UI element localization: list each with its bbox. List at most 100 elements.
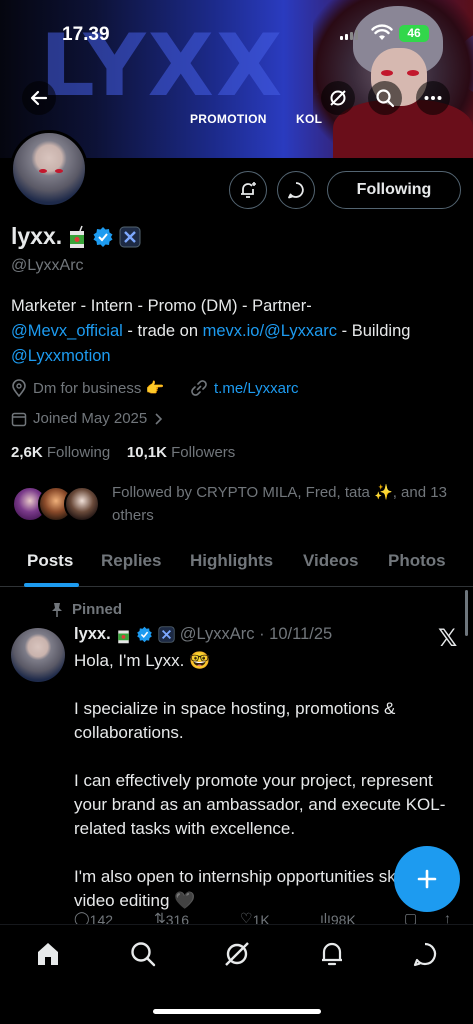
joined-row[interactable]: Joined May 2025 — [11, 410, 163, 427]
nav-search[interactable] — [128, 939, 158, 969]
post-author-name[interactable]: lyxx. — [74, 625, 111, 644]
bio-text-mid: - trade on — [122, 322, 203, 340]
post-author-avatar[interactable] — [11, 628, 65, 682]
verified-badge-icon — [136, 626, 152, 643]
chat-bubble-icon — [413, 942, 437, 967]
post-paragraph: I specialize in space hosting, promotion… — [74, 699, 396, 742]
pinned-indicator: Pinned — [50, 601, 122, 618]
bottom-navigation — [0, 924, 473, 1024]
followers-count-link[interactable]: 10,1K Followers — [127, 444, 235, 461]
following-count-link[interactable]: 2,6K Following — [11, 444, 110, 461]
verified-badge-icon[interactable] — [92, 226, 114, 248]
active-tab-indicator — [24, 583, 79, 587]
following-button[interactable]: Following — [327, 171, 461, 209]
grok-button[interactable] — [321, 81, 355, 115]
mention-mevx[interactable]: @Mevx_official — [11, 322, 123, 340]
chat-bubble-icon — [288, 182, 304, 199]
x-logo-icon: 𝕏 — [438, 624, 458, 652]
plus-icon — [417, 869, 437, 889]
profile-name: lyxx. — [11, 223, 63, 249]
joined-text: Joined May 2025 — [33, 410, 148, 427]
following-label: Following — [46, 444, 111, 461]
juice-box-emoji-icon — [70, 225, 85, 248]
reply-count: 142 — [89, 912, 114, 924]
like-action[interactable]: ♡ 1K — [240, 910, 270, 924]
affiliate-badge-icon — [158, 626, 175, 643]
nav-grok[interactable] — [222, 939, 252, 969]
following-count: 2,6K — [11, 444, 43, 461]
like-count: 1K — [252, 912, 270, 924]
followers-label: Followers — [171, 444, 236, 461]
tab-videos[interactable]: Videos — [303, 551, 358, 571]
location-text: Dm for business 👉 — [33, 380, 165, 397]
status-time: 17.39 — [62, 24, 110, 45]
followed-by-text[interactable]: Followed by CRYPTO MILA, Fred, tata ✨, a… — [112, 481, 462, 527]
more-dots-icon — [424, 96, 442, 100]
pinned-label: Pinned — [72, 601, 123, 618]
bio-text: Marketer - Intern - Promo (DM) - Partner… — [11, 297, 312, 315]
status-bar: 17.39 46 — [0, 22, 473, 48]
views-count: 98K — [330, 912, 356, 924]
pin-icon — [52, 602, 62, 617]
share-icon[interactable]: ↑ — [444, 910, 451, 924]
back-button[interactable] — [22, 81, 56, 115]
website-row[interactable]: t.me/Lyxxarc — [190, 379, 298, 397]
profile-avatar[interactable] — [10, 130, 88, 208]
bio-text-after: - Building — [337, 322, 411, 340]
more-button[interactable] — [416, 81, 450, 115]
repost-action[interactable]: ⇅ 316 — [154, 910, 189, 924]
notify-button[interactable] — [229, 171, 267, 209]
tab-posts[interactable]: Posts — [27, 551, 73, 571]
views-action[interactable]: ılı 98K — [320, 910, 356, 924]
compose-button[interactable] — [394, 846, 460, 912]
post-header: lyxx. @LyxxArc · 10/11/25 — [74, 625, 332, 644]
back-arrow-icon — [30, 90, 48, 106]
home-indicator — [153, 1009, 321, 1014]
post-line: Hola, I'm Lyxx. 🤓 — [74, 651, 211, 670]
post-paragraph: I can effectively promote your project, … — [74, 771, 446, 838]
juice-box-emoji-icon — [117, 630, 129, 643]
search-icon — [131, 942, 156, 967]
battery-indicator: 46 — [399, 25, 429, 42]
location-row: Dm for business 👉 — [11, 379, 164, 397]
mention-lyxxmotion[interactable]: @Lyxxmotion — [11, 347, 111, 365]
reply-action[interactable]: ◯ 142 — [74, 910, 113, 924]
bio-link[interactable]: mevx.io/@Lyxxarc — [203, 322, 337, 340]
tab-replies[interactable]: Replies — [101, 551, 161, 571]
link-icon — [191, 380, 207, 396]
tab-photos[interactable]: Photos — [388, 551, 446, 571]
affiliate-badge-icon[interactable] — [119, 226, 141, 248]
banner-tag-kol: KOL — [296, 112, 323, 126]
search-icon — [376, 89, 395, 108]
signal-icon — [340, 30, 358, 40]
website-link[interactable]: t.me/Lyxxarc — [214, 380, 298, 397]
chevron-right-icon — [155, 412, 163, 425]
followers-count: 10,1K — [126, 444, 167, 461]
grok-icon — [225, 942, 249, 966]
search-button[interactable] — [368, 81, 402, 115]
message-button[interactable] — [277, 171, 315, 209]
profile-name-row: lyxx. — [11, 223, 141, 250]
nav-home[interactable] — [33, 939, 63, 969]
profile-tabs: Posts Replies Highlights Videos Photos — [0, 543, 473, 587]
repost-count: 316 — [165, 912, 190, 924]
follow-counts: 2,6K Following 10,1K Followers — [11, 444, 235, 461]
home-icon — [38, 943, 58, 965]
grok-icon — [330, 90, 346, 106]
banner-tag-promotion: PROMOTION — [190, 112, 267, 126]
post-actions: ◯ 142 ⇅ 316 ♡ 1K ılı 98K ▢ ↑ — [74, 908, 464, 924]
post-author-meta: @LyxxArc · 10/11/25 — [179, 625, 333, 643]
nav-notifications[interactable] — [317, 939, 347, 969]
bell-icon — [322, 942, 342, 966]
wifi-icon — [371, 24, 393, 40]
location-pin-icon — [12, 379, 26, 397]
profile-handle: @LyxxArc — [11, 257, 84, 274]
profile-bio: Marketer - Intern - Promo (DM) - Partner… — [11, 294, 466, 369]
nav-messages[interactable] — [410, 939, 440, 969]
scrollbar[interactable] — [465, 590, 468, 636]
bookmark-icon[interactable]: ▢ — [404, 910, 417, 924]
bell-plus-icon — [241, 182, 256, 198]
tab-highlights[interactable]: Highlights — [190, 551, 273, 571]
calendar-icon — [11, 412, 27, 426]
follower-avatar — [64, 486, 100, 522]
